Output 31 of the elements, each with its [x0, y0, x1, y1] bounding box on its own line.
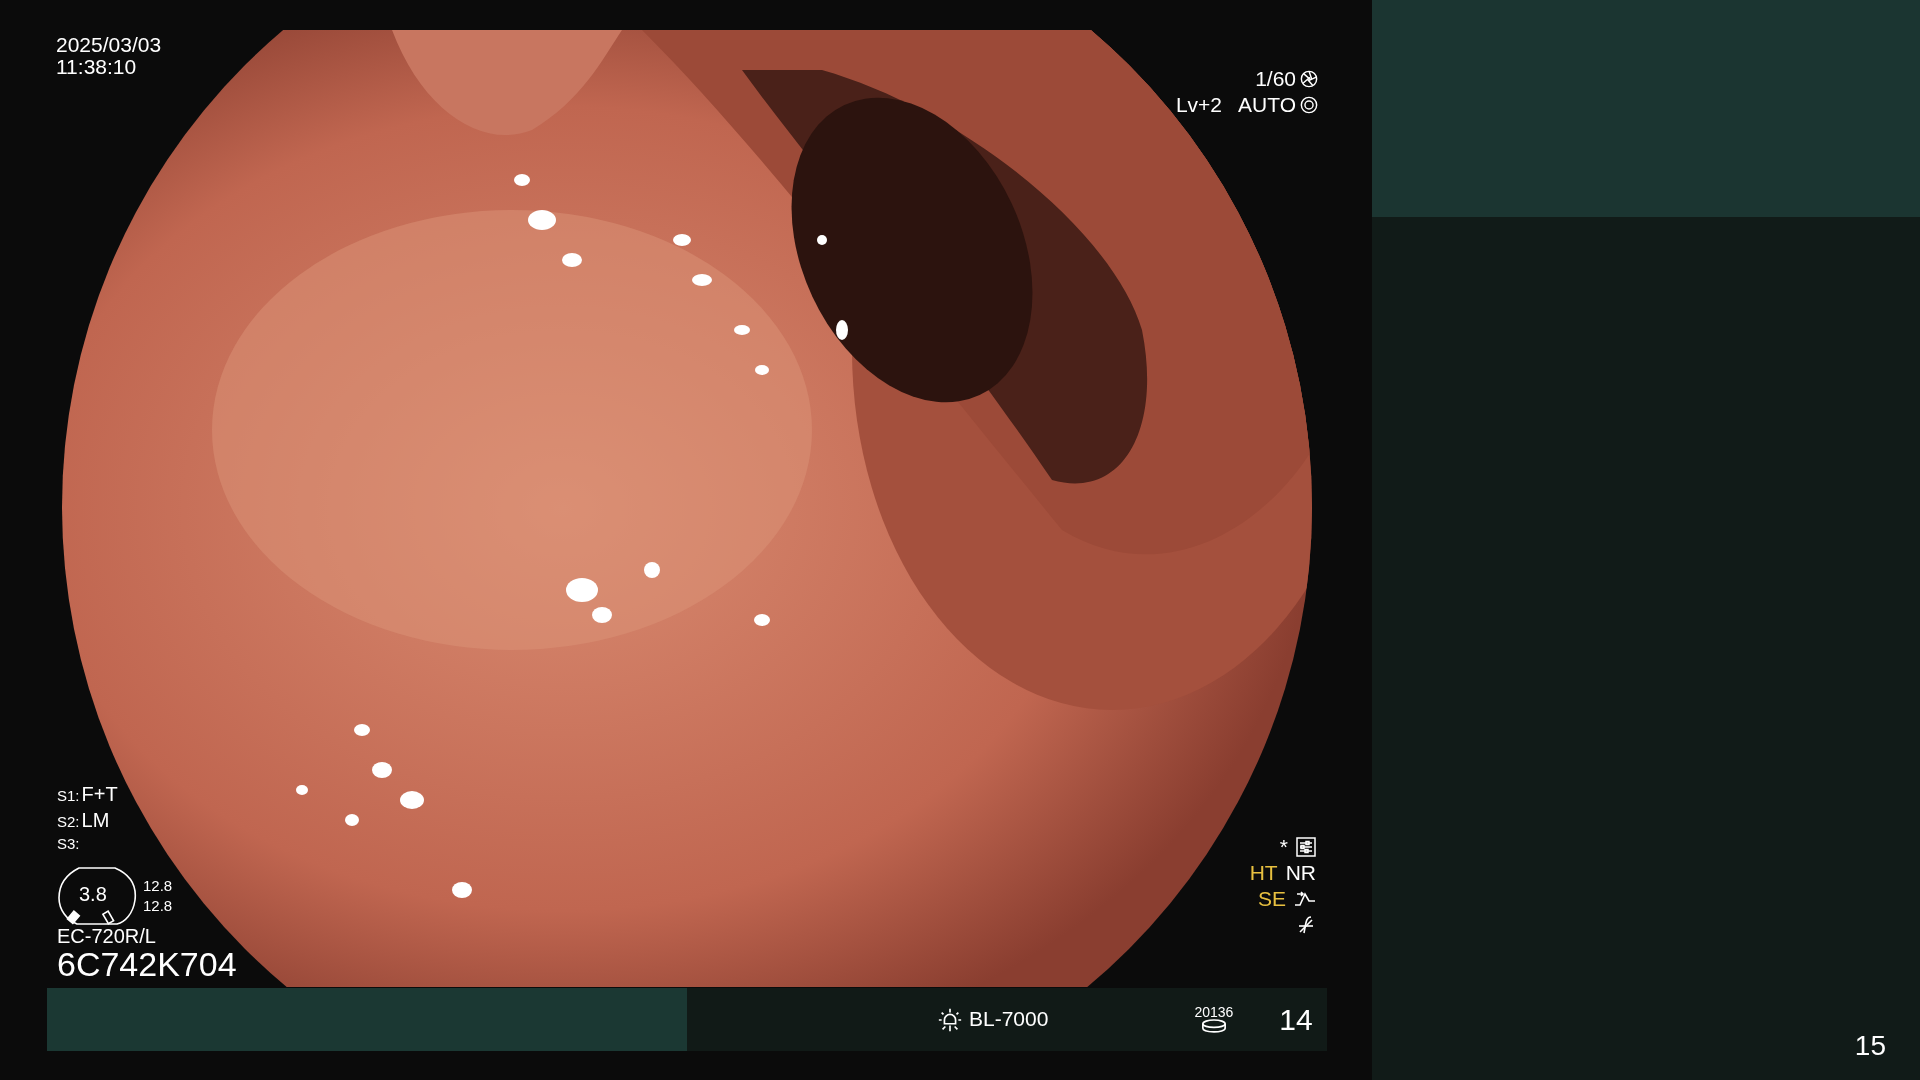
time-text: 11:38:10 — [56, 56, 138, 79]
gauge-reading: 12.8 — [143, 878, 173, 894]
disk-icon — [1200, 1019, 1227, 1035]
gauge-reading: 12.8 — [143, 898, 173, 914]
setting-value: LM — [81, 810, 110, 831]
filter-icon — [1296, 915, 1316, 935]
image-mode: HT — [1249, 862, 1278, 885]
light-source: BL-7000 — [969, 1008, 1049, 1031]
iris-mode: AUTO — [1238, 94, 1296, 117]
shutter-speed: 1/60 — [1255, 68, 1296, 91]
sliders-icon — [1296, 837, 1316, 857]
scope-serial: 6C742K704 — [57, 947, 237, 983]
gauge-value: 3.8 — [79, 884, 107, 905]
shutter-icon — [1300, 70, 1318, 88]
setting-label: S3: — [57, 836, 80, 852]
image-count: 14 — [1279, 1003, 1313, 1036]
date-text: 2025/03/03 — [56, 34, 162, 57]
asterisk-mark: * — [1279, 836, 1288, 859]
image-mode: NR — [1285, 862, 1316, 885]
gauge-icon — [57, 866, 137, 926]
curve-icon — [1294, 889, 1316, 909]
exposure-level: Lv+2 — [1175, 94, 1223, 117]
setting-label: S2: — [57, 814, 80, 830]
storage-count: 20136 — [1194, 1004, 1234, 1020]
setting-value: F+T — [81, 784, 118, 805]
scope-model: EC-720R/L — [57, 926, 157, 947]
iris-icon — [1300, 96, 1318, 115]
setting-label: S1: — [57, 788, 80, 804]
lamp-icon — [937, 1006, 963, 1033]
image-mode: SE — [1258, 888, 1286, 911]
page-number: 15 — [1854, 1030, 1886, 1060]
